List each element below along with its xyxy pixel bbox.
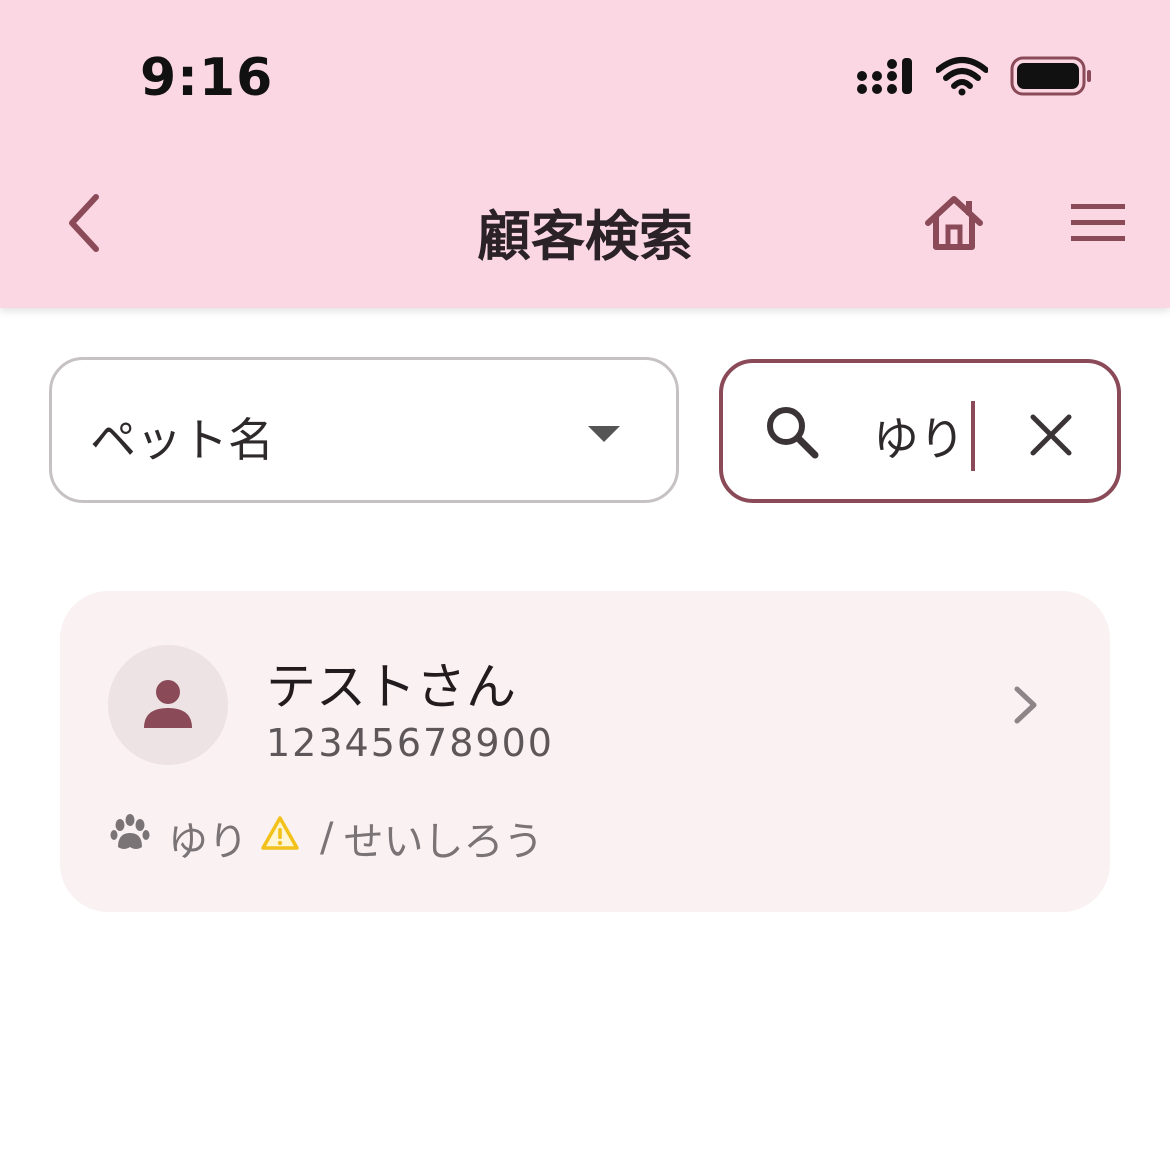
search-type-select[interactable]: ペット名 <box>49 357 679 503</box>
search-input[interactable]: ゆり <box>873 401 975 471</box>
pet-separator: / <box>320 815 334 861</box>
home-button[interactable] <box>918 190 990 260</box>
status-time: 9:16 <box>140 48 274 108</box>
close-icon <box>1027 414 1075 463</box>
menu-icon <box>1069 202 1127 248</box>
customer-name: テストさん <box>266 658 516 716</box>
customer-result-card[interactable]: テストさん 12345678900 ゆり / せいしろう <box>60 591 1110 912</box>
pet-name: ゆり <box>168 819 248 865</box>
pet-list: ゆり / せいしろう <box>110 809 543 867</box>
page-title: 顧客検索 <box>477 205 693 268</box>
chevron-right-icon <box>1010 683 1040 731</box>
home-icon <box>922 193 986 257</box>
caret-down-icon <box>588 426 620 442</box>
app-header: 9:16 顧客検索 <box>0 0 1170 308</box>
status-icons <box>856 56 1092 100</box>
customer-phone: 12345678900 <box>266 721 554 765</box>
menu-button[interactable] <box>1066 198 1130 252</box>
search-icon <box>763 403 821 465</box>
search-input-text: ゆり <box>873 412 965 466</box>
pet-name: せいしろう <box>343 819 544 865</box>
person-icon <box>141 676 195 734</box>
clear-search-button[interactable] <box>1027 411 1075 459</box>
wifi-icon <box>935 56 989 100</box>
signal-icon <box>856 56 914 100</box>
warning-icon <box>260 815 300 861</box>
search-field[interactable]: ゆり <box>719 359 1121 503</box>
battery-icon <box>1010 56 1092 100</box>
search-type-value: ペット名 <box>90 413 274 467</box>
paw-icon <box>110 813 150 863</box>
avatar <box>108 645 228 765</box>
text-caret <box>971 401 975 471</box>
